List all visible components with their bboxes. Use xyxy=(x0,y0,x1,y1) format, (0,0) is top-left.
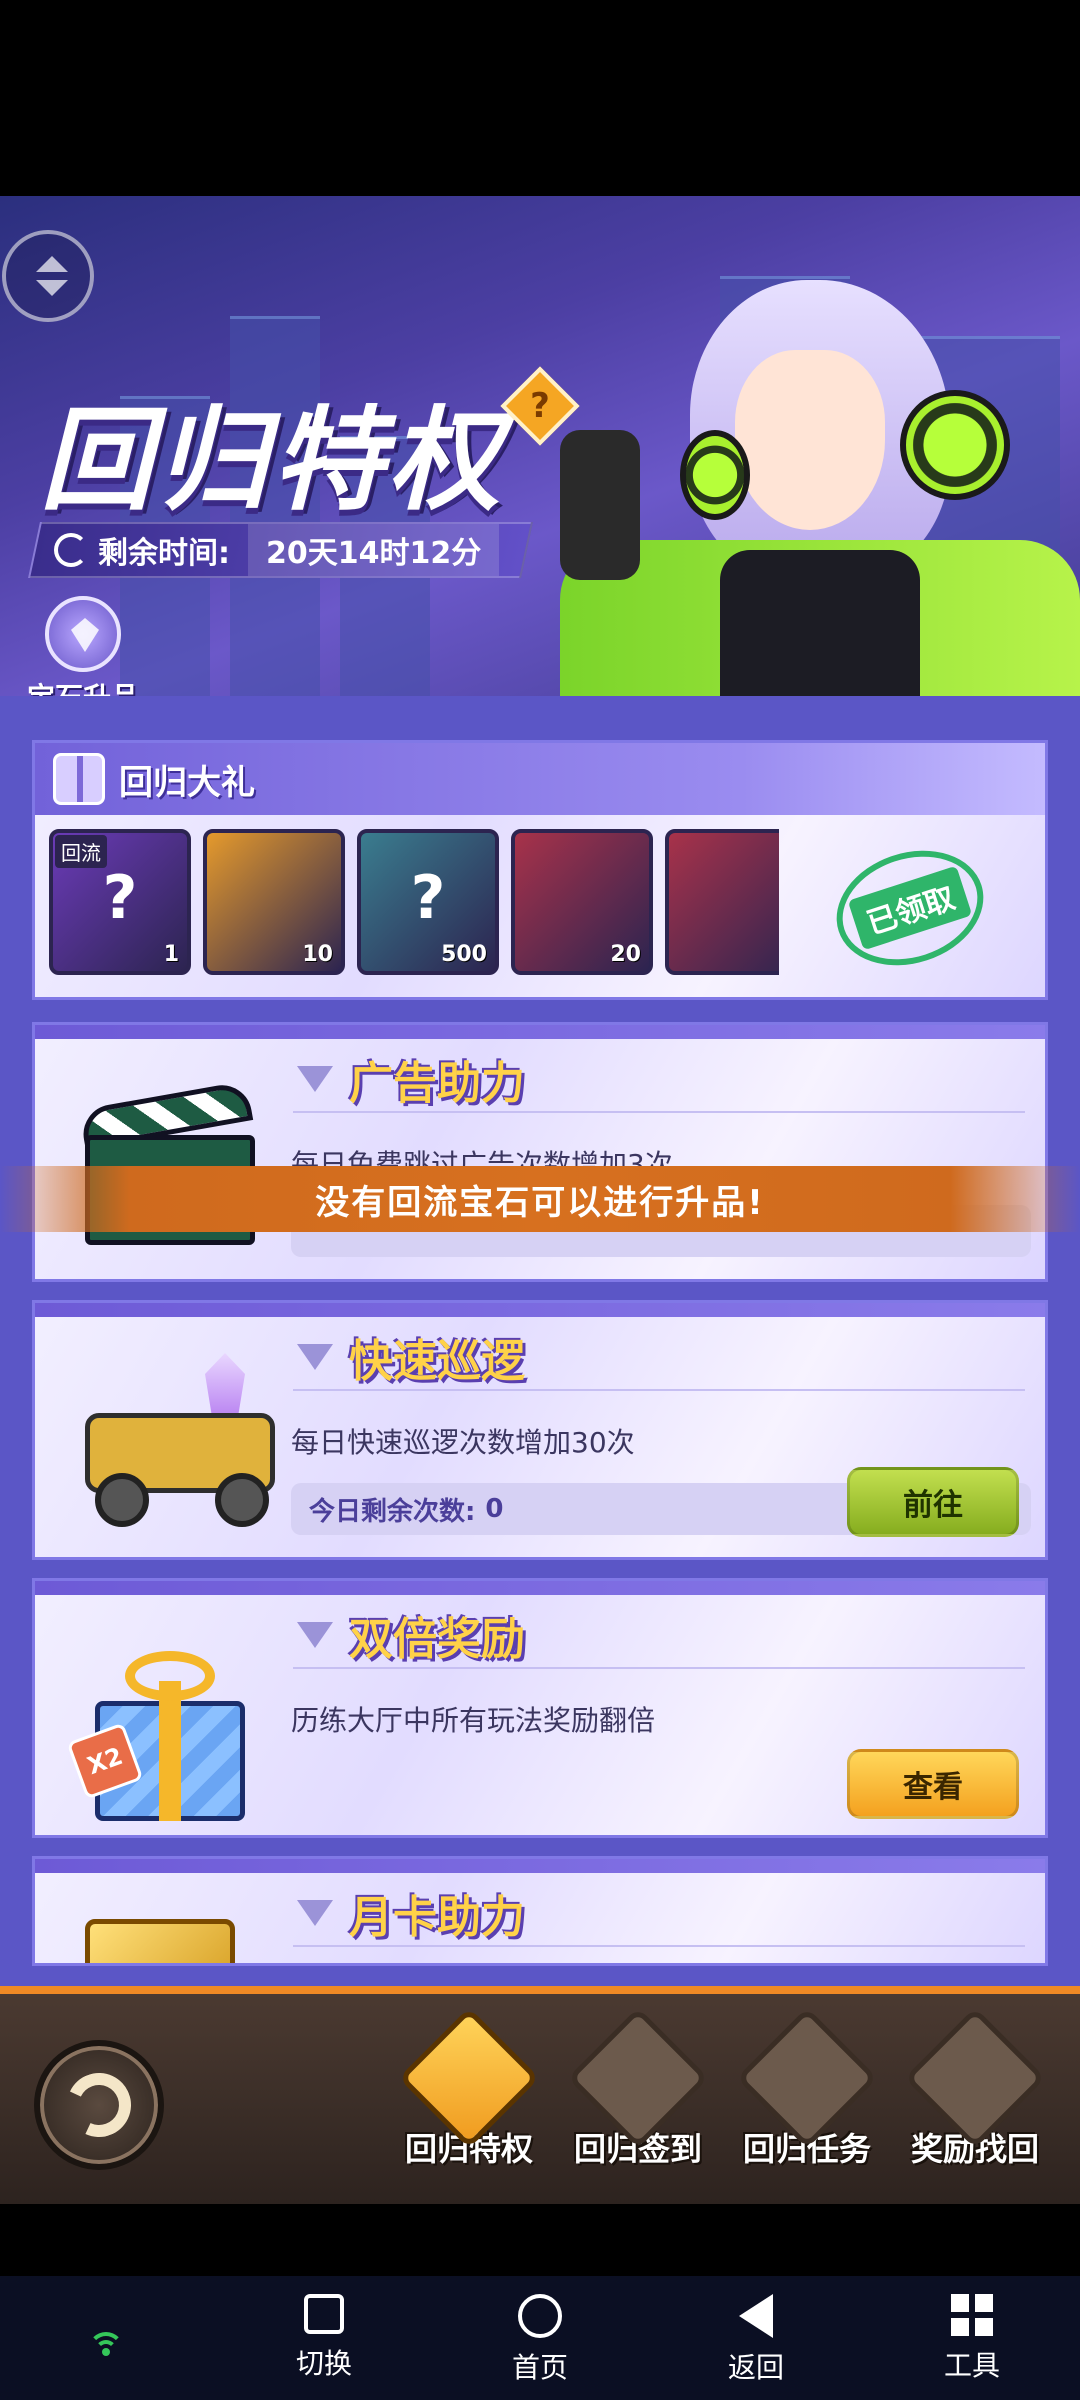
truck-wheel xyxy=(215,1473,269,1527)
feature-title: 广告助力 xyxy=(297,1047,525,1111)
remaining-time-value: 20天14时12分 xyxy=(248,524,500,576)
gift-bow xyxy=(125,1651,215,1701)
claimed-stamp-text: 已领取 xyxy=(847,865,973,951)
gold-card-icon xyxy=(85,1919,235,1963)
character-top xyxy=(720,550,920,700)
chevron-down-icon xyxy=(297,1622,333,1648)
truck-icon xyxy=(55,1343,275,1543)
switch-button[interactable]: 切换 xyxy=(264,2294,384,2382)
question-mark-icon: ? xyxy=(410,863,446,933)
nav-label: 返回 xyxy=(727,2351,784,2384)
tab-return-tasks[interactable]: 回归任务 xyxy=(732,2007,882,2188)
peace-sign-hand xyxy=(560,430,640,580)
arrow-up-icon xyxy=(36,256,68,272)
headphone-icon xyxy=(900,390,1010,500)
square-icon xyxy=(304,2294,344,2334)
gift-item-quantity: 1 xyxy=(163,942,179,967)
question-mark-icon: ? xyxy=(102,863,138,933)
tab-reward-recovery[interactable]: 奖励找回 xyxy=(900,2007,1050,2188)
truck-wheel xyxy=(95,1473,149,1527)
feature-description: 每日快速巡逻次数增加30次 xyxy=(291,1426,635,1459)
view-button[interactable]: 查看 xyxy=(847,1749,1019,1819)
nav-label: 首页 xyxy=(511,2351,568,2384)
content-panel[interactable]: 回归大礼 回流? 1 10? 500 20 已领取 广告助力 每日免费跳过广告次数增加3… xyxy=(0,696,1080,1986)
tab-return-privilege[interactable]: 回归特权 xyxy=(394,2007,544,2188)
chevron-down-icon xyxy=(297,1344,333,1370)
feature-title: 双倍奖励 xyxy=(297,1603,525,1667)
card-top-bar xyxy=(35,1859,1045,1873)
divider xyxy=(293,1389,1025,1391)
headphone-icon xyxy=(680,430,750,520)
gift-item-quantity: 500 xyxy=(441,942,487,967)
gift-item-list[interactable]: 回流? 1 10? 500 20 xyxy=(49,829,779,975)
circle-icon xyxy=(518,2294,562,2338)
page-title: 回归特权 xyxy=(40,396,504,526)
go-button[interactable]: 前往 xyxy=(847,1467,1019,1537)
toast-message: 没有回流宝石可以进行升品! xyxy=(0,1166,1080,1232)
card-top-bar xyxy=(35,1303,1045,1317)
screen: 回归特权 ? 剩余时间: 20天14时12分 宝石升品 回归大礼 回流?110?… xyxy=(0,0,1080,2400)
chevron-down-icon xyxy=(297,1900,333,1926)
feature-name: 快速巡逻 xyxy=(349,1336,525,1387)
feature-card-monthly-card: 月卡助力 xyxy=(32,1856,1048,1966)
toast-text: 没有回流宝石可以进行升品! xyxy=(315,1182,765,1223)
divider xyxy=(293,1667,1025,1669)
gift-item-quantity: 20 xyxy=(610,942,641,967)
remaining-count-value: 0 xyxy=(485,1494,504,1524)
feature-card-ad-boost: 广告助力 每日免费跳过广告次数增加3次 xyxy=(32,1022,1048,1282)
feature-description: 历练大厅中所有玩法奖励翻倍 xyxy=(291,1704,656,1737)
feature-name: 月卡助力 xyxy=(349,1892,525,1943)
moon-icon xyxy=(54,533,88,567)
divider xyxy=(293,1111,1025,1113)
feature-title: 月卡助力 xyxy=(297,1881,525,1945)
arrow-down-icon xyxy=(36,280,68,296)
chevron-down-icon xyxy=(297,1066,333,1092)
gift-icon xyxy=(53,753,105,805)
tab-return-checkin[interactable]: 回归签到 xyxy=(563,2007,713,2188)
return-gift-card: 回归大礼 回流? 1 10? 500 20 已领取 xyxy=(32,740,1048,1000)
help-glyph: ? xyxy=(530,386,550,426)
clapperboard-icon xyxy=(55,1065,275,1265)
feature-name: 双倍奖励 xyxy=(349,1614,525,1665)
gift-item-quantity: 10 xyxy=(302,942,333,967)
back-button[interactable] xyxy=(34,2040,164,2170)
gift-card-header: 回归大礼 xyxy=(35,743,1045,815)
collapse-toggle-button[interactable] xyxy=(2,230,94,322)
mascot-character xyxy=(560,270,1080,710)
gift-item[interactable] xyxy=(665,829,779,975)
feature-card-double-reward: X2 双倍奖励 历练大厅中所有玩法奖励翻倍 查看 xyxy=(32,1578,1048,1838)
grid-icon xyxy=(951,2294,993,2336)
tools-button[interactable]: 工具 xyxy=(912,2294,1032,2384)
gift-item[interactable]: 10 xyxy=(203,829,345,975)
remaining-time-label: 剩余时间: xyxy=(98,536,230,571)
gift-item[interactable]: 20 xyxy=(511,829,653,975)
wifi-icon xyxy=(88,2332,124,2358)
gem-icon xyxy=(45,596,121,672)
feature-title: 快速巡逻 xyxy=(297,1325,525,1389)
character-face xyxy=(735,350,885,530)
nav-label: 切换 xyxy=(295,2347,352,2380)
gift-box-icon: X2 xyxy=(55,1621,275,1821)
gift-item[interactable]: 回流? 1 xyxy=(49,829,191,975)
gift-item[interactable]: ? 500 xyxy=(357,829,499,975)
remaining-time-badge: 剩余时间: 20天14时12分 xyxy=(28,522,534,578)
divider xyxy=(293,1945,1025,1947)
feature-card-fast-patrol: 快速巡逻 每日快速巡逻次数增加30次 今日剩余次数: 0 前往 xyxy=(32,1300,1048,1560)
system-back-button[interactable]: 返回 xyxy=(696,2294,816,2386)
undo-arrow-icon xyxy=(57,2063,141,2147)
card-top-bar xyxy=(35,1025,1045,1039)
gift-ribbon xyxy=(159,1681,181,1821)
back-triangle-icon xyxy=(739,2294,773,2338)
system-navigation-bar: 切换 首页 返回 工具 xyxy=(0,2276,1080,2400)
wifi-dot xyxy=(102,2348,110,2356)
feature-name: 广告助力 xyxy=(349,1058,525,1109)
bottom-tab-bar: 回归特权 回归签到 回归任务 奖励找回 xyxy=(0,1986,1080,2204)
nav-label: 工具 xyxy=(943,2349,1000,2382)
home-button[interactable]: 首页 xyxy=(480,2294,600,2386)
claimed-stamp: 已领取 xyxy=(821,832,999,984)
remaining-count-label: 今日剩余次数: xyxy=(309,1496,476,1527)
card-top-bar xyxy=(35,1581,1045,1595)
gift-card-title: 回归大礼 xyxy=(119,762,255,803)
